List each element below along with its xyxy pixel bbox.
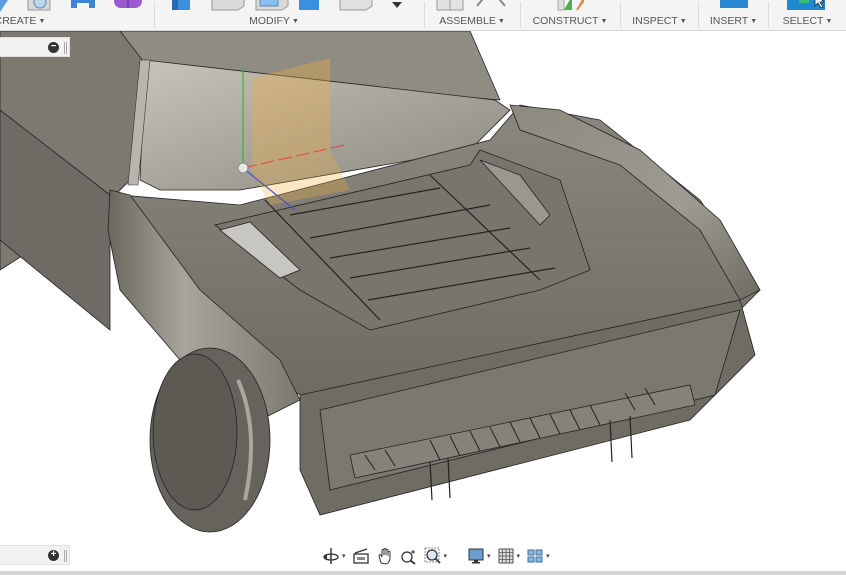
chevron-down-icon[interactable]: ▾ — [517, 552, 521, 560]
panel-resize-grip[interactable] — [64, 550, 67, 562]
orbit-icon — [323, 548, 339, 564]
display-settings-icon — [468, 548, 484, 564]
chevron-down-icon: ▼ — [38, 18, 46, 25]
viewports-button[interactable]: ▾ — [524, 546, 552, 566]
zoom-window-button[interactable]: ▾ — [422, 546, 450, 566]
browser-panel[interactable]: − — [0, 37, 70, 57]
insert-group[interactable]: INSERT ▼ — [699, 0, 768, 31]
assemble-group[interactable]: ASSEMBLE ▼ — [425, 0, 519, 31]
fusion-app-window: CREATE▼ MODIFY▼ ASSEMBLE▼ — [0, 0, 846, 575]
chevron-down-icon: ▼ — [825, 18, 833, 25]
grid-settings-button[interactable]: ▾ — [495, 546, 523, 566]
select-menu-label[interactable]: SELECT — [783, 15, 824, 27]
pan-hand-icon — [378, 548, 391, 565]
assemble-menu-label[interactable]: ASSEMBLE — [439, 15, 496, 27]
wheel-face — [152, 353, 238, 511]
3d-viewport[interactable] — [0, 31, 846, 571]
joint-icon[interactable] — [475, 0, 507, 12]
chevron-down-icon[interactable]: ▾ — [444, 552, 448, 560]
orbit-button[interactable]: ▾ — [320, 546, 348, 566]
scale-icon[interactable] — [338, 0, 374, 12]
chevron-down-icon: ▼ — [600, 18, 608, 25]
comments-panel[interactable]: + — [0, 545, 70, 565]
look-at-icon — [352, 548, 369, 564]
insert-image-icon[interactable] — [718, 0, 750, 12]
create-revolve-icon[interactable] — [69, 0, 97, 12]
chevron-down-icon: ▼ — [750, 18, 758, 25]
display-settings-button[interactable]: ▾ — [465, 546, 493, 566]
viewports-icon — [527, 549, 543, 563]
pan-button[interactable] — [374, 546, 396, 566]
look-at-button[interactable] — [350, 546, 372, 566]
car-model[interactable] — [0, 31, 846, 571]
zoom-window-icon — [424, 547, 441, 564]
chevron-down-icon[interactable]: ▾ — [342, 552, 346, 560]
panel-resize-grip[interactable] — [64, 42, 67, 54]
chevron-down-icon[interactable]: ▾ — [546, 552, 550, 560]
combine-icon[interactable] — [297, 0, 321, 12]
expand-plus-icon[interactable]: + — [48, 550, 59, 561]
press-pull-icon[interactable] — [168, 0, 192, 12]
collapse-minus-icon[interactable]: − — [48, 42, 59, 53]
create-form-icon[interactable] — [112, 0, 144, 12]
construct-group[interactable]: CONSTRUCT ▼ — [521, 0, 619, 31]
create-group[interactable]: CREATE▼ — [0, 0, 52, 31]
create-sketch-icon[interactable] — [0, 0, 12, 12]
grid-icon — [498, 548, 514, 564]
modify-more-icon[interactable] — [390, 0, 404, 12]
construct-menu-label[interactable]: CONSTRUCT — [533, 15, 599, 27]
inspect-menu-label[interactable]: INSPECT — [632, 15, 678, 27]
select-cursor-icon[interactable] — [785, 0, 825, 12]
offset-plane-icon[interactable] — [556, 0, 586, 12]
zoom-button[interactable] — [398, 546, 420, 566]
zoom-icon — [400, 550, 416, 565]
new-component-icon[interactable] — [435, 0, 467, 12]
select-group[interactable]: SELECT ▼ — [769, 0, 846, 31]
chevron-down-icon: ▼ — [291, 18, 299, 25]
chevron-down-icon: ▼ — [679, 18, 687, 25]
create-extrude-icon[interactable] — [26, 0, 52, 12]
modify-menu-label[interactable]: MODIFY — [249, 15, 290, 27]
origin-point — [237, 162, 249, 174]
fillet-icon[interactable] — [210, 0, 246, 12]
status-bar-edge — [0, 571, 846, 575]
create-menu-label[interactable]: CREATE — [0, 15, 36, 27]
navigation-bar: ▾ ▾ ▾ ▾ ▾ — [320, 545, 552, 567]
insert-menu-label[interactable]: INSERT — [710, 15, 748, 27]
shell-icon[interactable] — [254, 0, 290, 12]
toolbar: CREATE▼ MODIFY▼ ASSEMBLE▼ — [0, 0, 846, 31]
modify-group[interactable]: MODIFY ▼ — [158, 0, 420, 31]
chevron-down-icon: ▼ — [497, 18, 505, 25]
inspect-group[interactable]: INSPECT ▼ — [621, 0, 698, 31]
chevron-down-icon[interactable]: ▾ — [487, 552, 491, 560]
